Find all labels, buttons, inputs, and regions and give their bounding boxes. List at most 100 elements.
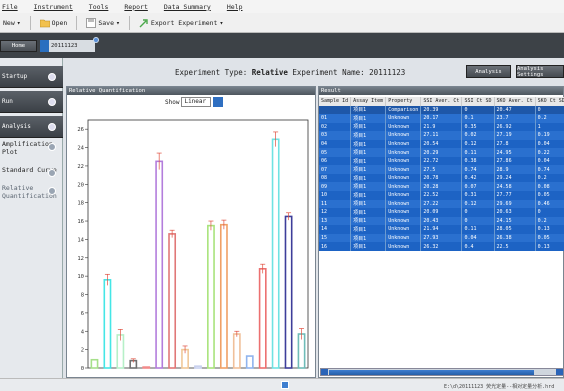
analysis-settings-button[interactable]: Analysis Settings <box>516 65 564 78</box>
bar <box>284 215 293 369</box>
table-cell: 20.47 <box>494 105 536 115</box>
scroll-thumb[interactable] <box>329 370 534 375</box>
sidebar-button-run[interactable]: Run <box>0 91 63 113</box>
table-row[interactable]: 01项目1Unknown20.170.123.70.211.13 <box>319 114 564 123</box>
table-cell: 项目1 <box>350 156 387 166</box>
sidebar-button-startup[interactable]: Startup <box>0 66 63 88</box>
save-button[interactable]: Save ▾ <box>83 15 123 31</box>
table-row[interactable]: 09项目1Unknown20.280.0724.580.0822.38 <box>319 182 564 192</box>
table-row[interactable]: 03项目1Unknown27.110.0227.190.190.99 <box>319 131 564 140</box>
table-cell: 0.04 <box>535 156 564 166</box>
table-cell: 0.74 <box>461 165 495 174</box>
chevron-down-icon[interactable]: ▾ <box>219 19 223 27</box>
table-row[interactable]: 05项目1Unknown20.290.1124.950.2227.09 <box>319 148 564 157</box>
bar <box>207 224 215 369</box>
table-cell: Unknown <box>385 225 422 234</box>
table-cell: 21.94 <box>420 225 463 234</box>
open-button[interactable]: Open <box>37 15 71 31</box>
menu-file[interactable]: File <box>2 3 18 11</box>
menu-help[interactable]: Help <box>227 3 243 11</box>
table-cell: 08 <box>319 173 352 183</box>
table-cell: 0.04 <box>461 233 495 243</box>
table-cell: 0.02 <box>461 131 495 140</box>
table-row[interactable]: 16项目1Unknown26.320.422.50.135.28 <box>319 242 564 251</box>
table-row[interactable]: 02项目1Unknown21.90.3526.9217.68 <box>319 122 564 132</box>
table-cell: Unknown <box>385 216 422 226</box>
table-cell: 0.2 <box>535 216 564 226</box>
table-cell: 22.72 <box>420 156 463 166</box>
table-cell: 0.35 <box>461 122 495 132</box>
table-row[interactable]: 11项目1Unknown27.220.1229.690.465.17 <box>319 199 564 209</box>
table-header-cell[interactable]: Sample Id <box>319 97 352 106</box>
table-cell: 24.15 <box>494 216 536 226</box>
scroll-right-icon[interactable] <box>556 369 563 375</box>
menu-instrument[interactable]: Instrument <box>34 3 73 11</box>
table-row[interactable]: 12项目1Unknown20.09020.6301.37 <box>319 208 564 217</box>
table-row[interactable]: 13项目1Unknown20.43024.150.212.45 <box>319 216 564 226</box>
tab-indicator <box>40 40 49 52</box>
table-cell: 0.12 <box>461 199 495 209</box>
tab-experiment[interactable]: 20111123 <box>49 40 95 52</box>
table-row[interactable]: 10项目1Unknown22.520.3127.770.0526.16 <box>319 191 564 200</box>
table-row[interactable]: 06项目1Unknown22.720.3827.860.0422.32 <box>319 156 564 166</box>
table-header-cell[interactable]: Property <box>385 97 422 106</box>
new-button[interactable]: New ▾ <box>0 15 24 31</box>
menu-tools[interactable]: Tools <box>89 3 109 11</box>
table-row[interactable]: 14项目1Unknown21.940.1128.050.1327.09 <box>319 225 564 234</box>
table-row[interactable]: 15项目1Unknown27.930.0426.380.0516.52 <box>319 233 564 243</box>
table-cell: Unknown <box>385 139 422 149</box>
experiment-name-label: Experiment Name: <box>292 68 365 77</box>
table-cell: 23.7 <box>494 114 536 123</box>
table-row[interactable]: 项目1Comparison20.39020.4701 <box>319 105 564 115</box>
table-cell: 14 <box>319 225 352 234</box>
menu-bar: File Instrument Tools Report Data Summar… <box>0 0 564 13</box>
scroll-left-icon[interactable] <box>321 369 328 375</box>
table-header-cell[interactable]: SSI Ct SD <box>461 97 495 106</box>
export-experiment-button[interactable]: Export Experiment ▾ <box>136 15 226 31</box>
sidebar-item-relative-quantification[interactable]: Relative Quantification <box>0 184 63 204</box>
table-cell: 项目1 <box>350 191 387 200</box>
menu-report[interactable]: Report <box>124 3 147 11</box>
table-header-cell[interactable]: SSI Aver. Ct <box>420 97 463 106</box>
sidebar-button-analysis[interactable]: Analysis <box>0 116 63 138</box>
table-cell: Unknown <box>385 182 422 192</box>
experiment-info: Experiment Type: Relative Experiment Nam… <box>175 68 405 77</box>
y-tick-label: 20 <box>77 182 84 188</box>
table-cell: 0.11 <box>461 225 495 234</box>
expand-icon <box>48 122 56 131</box>
table-cell: 24.95 <box>494 148 536 157</box>
chevron-right-icon <box>48 187 56 195</box>
table-row[interactable]: 07项目1Unknown27.50.7428.90.744.79 <box>319 165 564 174</box>
table-row[interactable]: 08项目1Unknown20.780.4229.240.20.26 <box>319 173 564 183</box>
table-header-cell[interactable]: SKO Ct SD <box>535 97 564 106</box>
tab-home[interactable]: Home <box>0 40 37 52</box>
bar <box>90 358 99 369</box>
bar <box>168 233 177 369</box>
table-cell: 28.9 <box>494 165 536 174</box>
show-select[interactable]: Linear <box>181 97 212 107</box>
sidebar-item-amplification-plot[interactable]: Amplification Plot <box>0 140 63 160</box>
table-cell: 项目1 <box>350 139 387 149</box>
table-row[interactable]: 04项目1Unknown20.540.1227.80.040.13 <box>319 139 564 149</box>
table-cell: 20.63 <box>494 208 536 217</box>
table-header-cell[interactable]: SKO Aver. Ct <box>494 97 536 106</box>
table-cell: 27.5 <box>420 165 463 174</box>
toolbar: New ▾ Open Save ▾ Export Experiment ▾ <box>0 13 564 33</box>
menu-data-summary[interactable]: Data Summary <box>164 3 211 11</box>
table-cell: 0.42 <box>461 173 495 183</box>
horizontal-scrollbar[interactable] <box>320 368 564 376</box>
analysis-button[interactable]: Analysis <box>466 65 511 78</box>
table-cell: 项目1 <box>350 105 387 115</box>
table-cell: 项目1 <box>350 131 387 140</box>
chevron-down-icon[interactable]: ▾ <box>116 19 120 27</box>
y-tick-label: 26 <box>77 127 84 133</box>
table-cell: Unknown <box>385 131 422 140</box>
table-header-cell[interactable]: Assay Item <box>350 97 387 106</box>
chevron-down-icon[interactable] <box>213 97 224 107</box>
show-selector: Show Linear <box>165 97 224 107</box>
chevron-down-icon[interactable]: ▾ <box>17 19 21 27</box>
expand-icon <box>48 72 56 81</box>
table-cell: 0.4 <box>461 242 495 251</box>
close-tab-icon[interactable] <box>93 37 99 43</box>
sidebar-item-standard-curve[interactable]: Standard Curve <box>0 166 63 177</box>
